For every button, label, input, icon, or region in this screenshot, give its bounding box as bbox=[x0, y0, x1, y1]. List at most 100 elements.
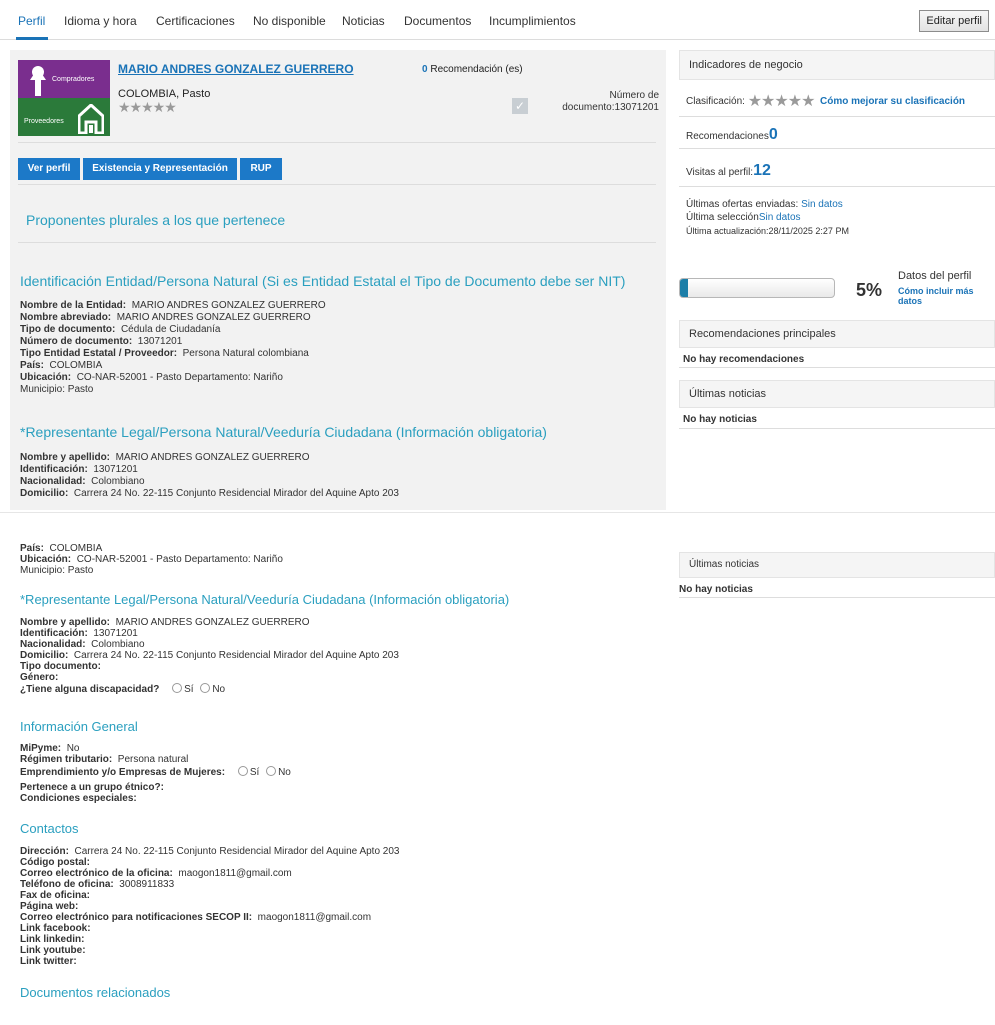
buyer-supplier-logo: Compradores Proveedores bbox=[18, 60, 110, 136]
divider bbox=[679, 597, 995, 598]
last-update-row: Última actualización:28/11/2025 2:27 PM bbox=[686, 226, 849, 236]
women-business-yes-radio[interactable] bbox=[237, 766, 248, 776]
id-field: País: COLOMBIA bbox=[20, 543, 103, 554]
legal-field: Identificación: 13071201 bbox=[20, 464, 138, 475]
divider bbox=[18, 184, 656, 185]
disability-question: ¿Tiene alguna discapacidad? Sí No bbox=[20, 683, 226, 695]
contact-field: Link linkedin: bbox=[20, 934, 85, 945]
supplier-house-icon bbox=[78, 104, 104, 134]
legal-rep-heading: *Representante Legal/Persona Natural/Vee… bbox=[20, 592, 510, 607]
recommendations-row: Recomendaciones0 bbox=[686, 126, 778, 143]
latest-news-header: Últimas noticias bbox=[679, 380, 995, 408]
legal-field: Género: bbox=[20, 672, 59, 683]
visits-row: Visitas al perfil:12 bbox=[686, 162, 771, 179]
tab-idioma-hora[interactable]: Idioma y hora bbox=[64, 14, 137, 28]
contact-field: Correo electrónico de la oficina: maogon… bbox=[20, 868, 292, 879]
last-selection-row: Última selecciónSin datos bbox=[686, 212, 801, 223]
legal-field: Tipo documento: bbox=[20, 661, 101, 672]
id-field: Tipo de documento: Cédula de Ciudadanía bbox=[20, 324, 221, 335]
include-more-data-link[interactable]: Cómo incluir más datos bbox=[898, 286, 974, 306]
legal-field: Nombre y apellido: MARIO ANDRES GONZALEZ… bbox=[20, 452, 310, 463]
tab-bar: Perfil Idioma y hora Certificaciones No … bbox=[0, 0, 995, 40]
id-field: Nombre abreviado: MARIO ANDRES GONZALEZ … bbox=[20, 312, 311, 323]
verified-check-icon: ✓ bbox=[512, 98, 528, 114]
rup-button[interactable]: RUP bbox=[240, 158, 282, 180]
logo-buyers-label: Compradores bbox=[52, 76, 95, 83]
identification-heading: Identificación Entidad/Persona Natural (… bbox=[20, 273, 626, 289]
divider bbox=[18, 242, 656, 243]
general-field: Pertenece a un grupo étnico?: bbox=[20, 782, 164, 793]
profile-data-label: Datos del perfil bbox=[898, 270, 972, 282]
women-business-question: Emprendimiento y/o Empresas de Mujeres: … bbox=[20, 766, 291, 778]
tab-incumplimientos[interactable]: Incumplimientos bbox=[489, 14, 576, 28]
divider bbox=[679, 116, 995, 117]
tab-noticias[interactable]: Noticias bbox=[342, 14, 385, 28]
business-indicators-header: Indicadores de negocio bbox=[679, 50, 995, 80]
logo-suppliers-label: Proveedores bbox=[24, 118, 64, 125]
divider bbox=[679, 148, 995, 149]
top-recommendations-header: Recomendaciones principales bbox=[679, 320, 995, 348]
divider bbox=[679, 186, 995, 187]
profile-view-scrolled: País: COLOMBIA Ubicación: CO-NAR-52001 -… bbox=[0, 537, 995, 1025]
disability-no-radio[interactable] bbox=[200, 683, 211, 693]
women-business-no-radio[interactable] bbox=[266, 766, 277, 776]
tab-documentos[interactable]: Documentos bbox=[404, 14, 471, 28]
legal-rep-heading: *Representante Legal/Persona Natural/Vee… bbox=[20, 424, 547, 440]
rating-stars: ★★★★★ bbox=[118, 99, 177, 115]
general-field: Condiciones especiales: bbox=[20, 793, 137, 804]
divider bbox=[18, 142, 656, 143]
classification-stars: ★★★★★ bbox=[747, 93, 816, 110]
id-field: Municipio: Pasto bbox=[20, 384, 94, 395]
legal-field: Domicilio: Carrera 24 No. 22-115 Conjunt… bbox=[20, 650, 399, 661]
plural-proponents-heading: Proponentes plurales a los que pertenece bbox=[26, 212, 286, 228]
document-number: Número de documento:13071201 bbox=[562, 90, 659, 113]
disability-yes-radio[interactable] bbox=[172, 683, 183, 693]
buyer-arrow-icon bbox=[30, 66, 46, 96]
related-documents-heading: Documentos relacionados bbox=[20, 985, 171, 1000]
classification-row: Clasificación: ★★★★★ Cómo mejorar su cla… bbox=[686, 93, 966, 110]
profile-view-top: Perfil Idioma y hora Certificaciones No … bbox=[0, 0, 995, 510]
tab-perfil[interactable]: Perfil bbox=[18, 14, 45, 28]
general-field: MiPyme: No bbox=[20, 743, 80, 754]
tab-certificaciones[interactable]: Certificaciones bbox=[156, 14, 235, 28]
profile-completion-bar bbox=[679, 278, 835, 298]
general-info-heading: Información General bbox=[20, 719, 138, 734]
active-tab-indicator bbox=[16, 37, 48, 40]
edit-profile-button[interactable]: Editar perfil bbox=[919, 10, 989, 32]
contact-field: Dirección: Carrera 24 No. 22-115 Conjunt… bbox=[20, 846, 400, 857]
id-field: Tipo Entidad Estatal / Proveedor: Person… bbox=[20, 348, 309, 359]
id-field: Ubicación: CO-NAR-52001 - Pasto Departam… bbox=[20, 554, 283, 565]
contact-field: Página web: bbox=[20, 901, 79, 912]
profile-name-link[interactable]: MARIO ANDRES GONZALEZ GUERRERO bbox=[118, 62, 354, 76]
general-field: Régimen tributario: Persona natural bbox=[20, 754, 189, 765]
contact-field: Fax de oficina: bbox=[20, 890, 91, 901]
legal-field: Nacionalidad: Colombiano bbox=[20, 476, 145, 487]
contact-field: Correo electrónico para notificaciones S… bbox=[20, 912, 372, 923]
legal-field: Domicilio: Carrera 24 No. 22-115 Conjunt… bbox=[20, 488, 399, 499]
view-profile-button[interactable]: Ver perfil bbox=[18, 158, 80, 180]
latest-news-header: Últimas noticias bbox=[679, 552, 995, 578]
legal-field: Identificación: 13071201 bbox=[20, 628, 138, 639]
legal-field: Nacionalidad: Colombiano bbox=[20, 639, 145, 650]
existence-representation-button[interactable]: Existencia y Representación bbox=[83, 158, 237, 180]
contact-field: Link youtube: bbox=[20, 945, 86, 956]
contacts-heading: Contactos bbox=[20, 821, 79, 836]
id-field: Nombre de la Entidad: MARIO ANDRES GONZA… bbox=[20, 300, 326, 311]
id-field: País: COLOMBIA bbox=[20, 360, 103, 371]
legal-field: Nombre y apellido: MARIO ANDRES GONZALEZ… bbox=[20, 617, 310, 628]
profile-completion-percent: 5% bbox=[856, 280, 883, 300]
last-offers-row: Últimas ofertas enviadas: Sin datos bbox=[686, 199, 843, 210]
divider bbox=[679, 367, 995, 368]
tab-no-disponible[interactable]: No disponible bbox=[253, 14, 326, 28]
no-news-text: No hay noticias bbox=[683, 414, 757, 425]
id-field: Número de documento: 13071201 bbox=[20, 336, 183, 347]
contact-field: Teléfono de oficina: 3008911833 bbox=[20, 879, 175, 890]
id-field: Municipio: Pasto bbox=[20, 565, 94, 576]
screenshot-separator bbox=[0, 510, 995, 537]
no-news-text: No hay noticias bbox=[679, 584, 753, 595]
divider bbox=[679, 428, 995, 429]
id-field: Ubicación: CO-NAR-52001 - Pasto Departam… bbox=[20, 372, 283, 383]
improve-rating-link[interactable]: Cómo mejorar su clasificación bbox=[820, 96, 965, 107]
recommendation-count: 0 Recomendación (es) bbox=[422, 64, 523, 75]
no-recommendations-text: No hay recomendaciones bbox=[683, 354, 805, 365]
